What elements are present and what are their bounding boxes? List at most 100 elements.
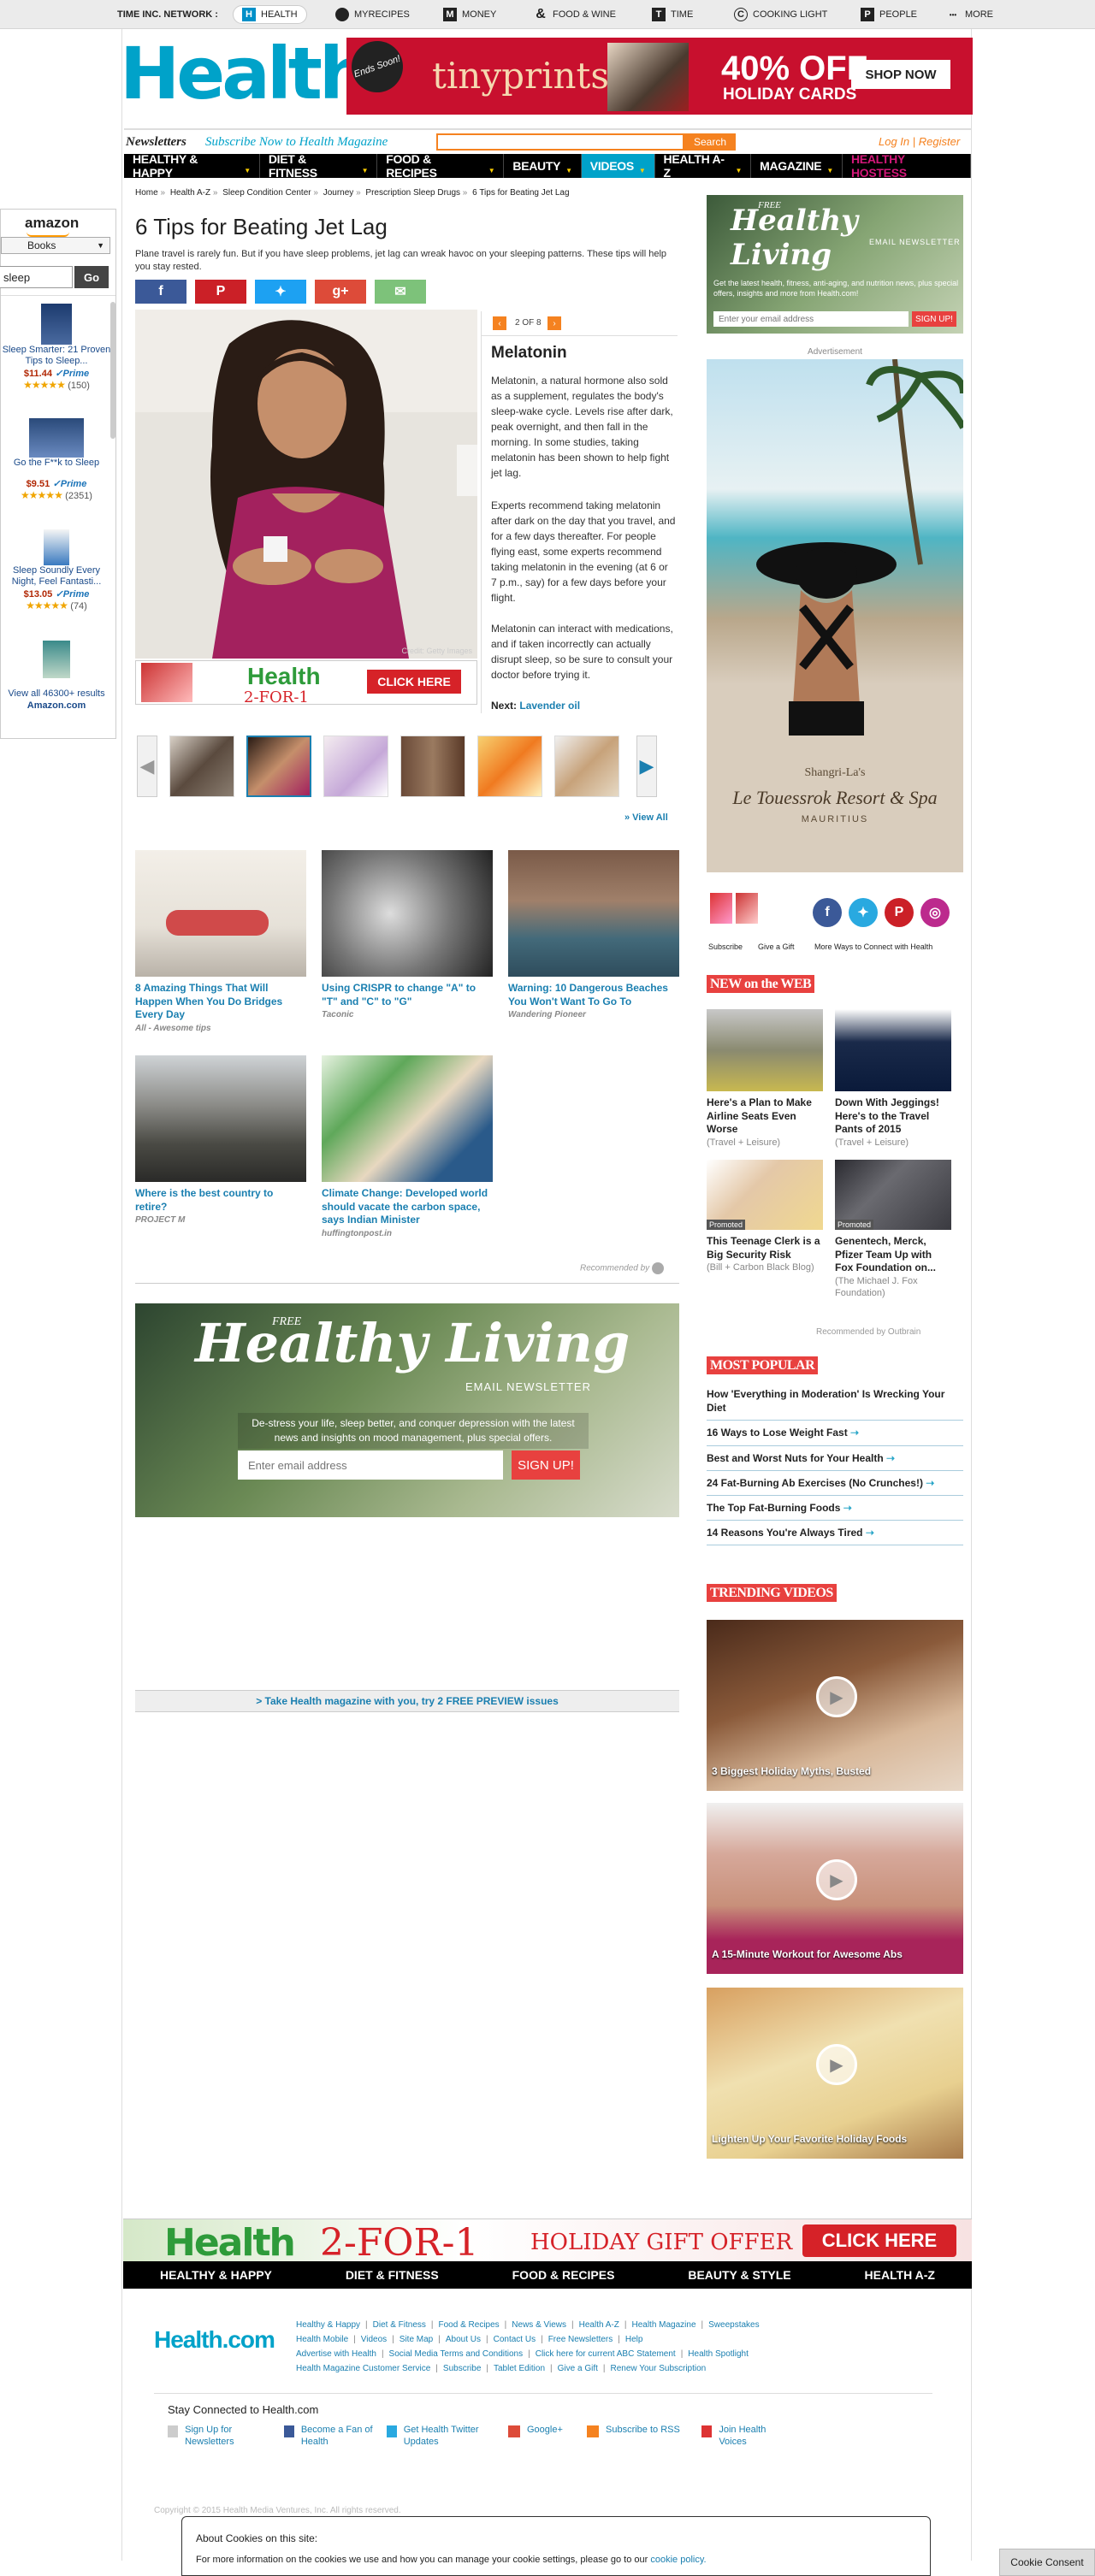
outbrain-card[interactable]: Promoted This Teenage Clerk is a Big Sec… (707, 1160, 823, 1273)
next-slide-button[interactable]: › (548, 316, 561, 330)
video-card[interactable]: ▶ Lighten Up Your Favorite Holiday Foods (707, 1988, 963, 2159)
thumbnail[interactable] (554, 736, 619, 797)
nav-diet-fitness[interactable]: DIET & FITNESS ▼ (260, 152, 378, 180)
shop-now-button[interactable]: SHOP NOW (851, 60, 950, 89)
outbrain-card[interactable]: Down With Jeggings! Here's to the Travel… (835, 1009, 951, 1149)
subscribe-link[interactable]: Subscribe Now to Health Magazine (205, 135, 388, 150)
nav-food-recipes[interactable]: FOOD & RECIPES ▼ (377, 152, 505, 180)
nav-health-az[interactable]: HEALTH A-Z ▼ (655, 152, 752, 180)
thumbnail[interactable] (400, 736, 465, 797)
twitter-icon[interactable]: ✦ (849, 898, 878, 927)
tinyprints-ad[interactable]: Ends Soon! tinyprints 40% OFF HOLIDAY CA… (344, 33, 973, 115)
recommended-card[interactable]: Where is the best country to retire? PRO… (135, 1055, 306, 1225)
breadcrumb-home[interactable]: Home (135, 188, 158, 198)
breadcrumb-journey[interactable]: Journey (323, 188, 354, 198)
network-link-people[interactable]: P PEOPLE (852, 5, 926, 24)
nav-videos[interactable]: VIDEOS ▼ (581, 154, 655, 178)
breadcrumb-health-az[interactable]: Health A-Z (170, 188, 210, 198)
email-share-button[interactable]: ✉ (375, 280, 426, 304)
popular-item[interactable]: 24 Fat-Burning Ab Exercises (No Crunches… (707, 1471, 963, 1496)
thumbnail-active[interactable] (246, 736, 311, 797)
health-logo[interactable]: Health (120, 38, 370, 109)
network-link-myrecipes[interactable]: MYRECIPES (327, 5, 418, 24)
preview-issues-link[interactable]: > Take Health magazine with you, try 2 F… (135, 1690, 679, 1712)
googleplus-share-button[interactable]: g+ (315, 280, 366, 304)
hl-signup-button[interactable]: SIGN UP! (512, 1450, 580, 1480)
network-link-more[interactable]: ••• MORE (938, 5, 1002, 24)
amazon-link[interactable]: Amazon.com (1, 700, 112, 711)
pinterest-share-button[interactable]: P (195, 280, 246, 304)
nav-healthy-hostess[interactable]: HEALTHY HOSTESS (843, 152, 971, 180)
outbrain-card[interactable]: Promoted Genentech, Merck, Pfizer Team U… (835, 1160, 951, 1299)
hl-small-email-input[interactable] (713, 311, 909, 327)
facebook-icon[interactable]: f (813, 898, 842, 927)
search-input[interactable] (436, 133, 684, 151)
view-all-link[interactable]: » View All (624, 812, 668, 823)
magazine-gift-cover[interactable] (736, 893, 758, 924)
give-gift-link[interactable]: Give a Gift (758, 942, 795, 951)
popular-item[interactable]: 14 Reasons You're Always Tired ➝ (707, 1521, 963, 1546)
recommended-card[interactable]: 8 Amazing Things That Will Happen When Y… (135, 850, 306, 1033)
footer-logo[interactable]: Health.com (154, 2326, 275, 2354)
thumbs-next-button[interactable]: ▶ (636, 736, 657, 797)
amazon-search-input[interactable]: sleep (0, 266, 73, 288)
outbrain-credit[interactable]: Recommended by Outbrain (816, 1327, 920, 1337)
amazon-product-thumb[interactable] (1, 641, 112, 678)
network-link-food-wine[interactable]: & FOOD & WINE (525, 5, 624, 24)
recommended-card[interactable]: Climate Change: Developed world should v… (322, 1055, 493, 1238)
prev-slide-button[interactable]: ‹ (493, 316, 506, 330)
network-link-money[interactable]: M MONEY (435, 5, 505, 24)
cookie-consent-button[interactable]: Cookie Consent (999, 2549, 1095, 2576)
video-card[interactable]: ▶ 3 Biggest Holiday Myths, Busted (707, 1620, 963, 1791)
amazon-product[interactable]: Sleep Smarter: 21 Proven Tips to Sleep..… (1, 304, 112, 391)
footer-connect-facebook[interactable]: Become a Fan of Health (284, 2424, 387, 2449)
nav-healthy-happy[interactable]: HEALTHY & HAPPY ▼ (124, 152, 260, 180)
more-ways-link[interactable]: More Ways to Connect with Health (814, 942, 932, 951)
next-slide-link[interactable]: Lavender oil (519, 700, 580, 712)
thumbs-prev-button[interactable]: ◀ (137, 736, 157, 797)
network-link-cooking-light[interactable]: C COOKING LIGHT (725, 5, 836, 24)
footer-nav-item[interactable]: BEAUTY & STYLE (688, 2268, 790, 2282)
health-2for1-small-ad[interactable]: Health 2-FOR-1 CLICK HERE (135, 660, 477, 705)
cookie-policy-link[interactable]: cookie policy. (650, 2555, 706, 2565)
subscribe-link[interactable]: Subscribe (708, 942, 743, 951)
thumbnail[interactable] (323, 736, 388, 797)
amazon-view-all-link[interactable]: View all 46300+ results (1, 688, 112, 699)
popular-item[interactable]: 16 Ways to Lose Weight Fast ➝ (707, 1421, 963, 1446)
resort-ad[interactable]: Shangri-La's Le Touessrok Resort & Spa M… (707, 359, 963, 872)
hl-email-input[interactable] (238, 1450, 503, 1480)
amazon-product[interactable]: Sleep Soundly Every Night, Feel Fantasti… (1, 529, 112, 612)
footer-connect-newsletters[interactable]: Sign Up for Newsletters (168, 2424, 270, 2449)
slide-next-arrow[interactable] (457, 445, 477, 496)
magazine-subscribe-cover[interactable] (710, 893, 732, 924)
breadcrumb-drugs[interactable]: Prescription Sleep Drugs (365, 188, 460, 198)
popular-item[interactable]: How 'Everything in Moderation' Is Wrecki… (707, 1382, 963, 1421)
recommended-card[interactable]: Using CRISPR to change "A" to "T" and "C… (322, 850, 493, 1019)
network-link-health[interactable]: H HEALTH (233, 5, 307, 24)
network-link-time[interactable]: T TIME (643, 5, 701, 24)
amazon-category-select[interactable]: Books ▼ (1, 237, 110, 254)
footer-connect-rss[interactable]: Subscribe to RSS (587, 2424, 698, 2437)
thumbnail[interactable] (477, 736, 542, 797)
nav-magazine[interactable]: MAGAZINE ▼ (751, 154, 843, 178)
breadcrumb-sleep[interactable]: Sleep Condition Center (222, 188, 311, 198)
footer-nav-item[interactable]: FOOD & RECIPES (512, 2268, 615, 2282)
banner-click-here-button[interactable]: CLICK HERE (802, 2224, 956, 2257)
popular-item[interactable]: Best and Worst Nuts for Your Health ➝ (707, 1446, 963, 1471)
health-2for1-banner[interactable]: Health 2-FOR-1 HOLIDAY GIFT OFFER CLICK … (123, 2219, 972, 2265)
instagram-icon[interactable]: ◎ (920, 898, 950, 927)
amazon-product[interactable]: Go the F**k to Sleep $9.51 ✓Prime ★★★★★ … (1, 418, 112, 501)
hl-small-signup-button[interactable]: SIGN UP! (912, 311, 956, 327)
footer-connect-voices[interactable]: Join Health Voices (701, 2424, 787, 2449)
footer-nav-item[interactable]: DIET & FITNESS (346, 2268, 439, 2282)
newsletters-link[interactable]: Newsletters (126, 135, 186, 150)
footer-connect-googleplus[interactable]: Google+ (508, 2424, 585, 2437)
amazon-go-button[interactable]: Go (74, 266, 109, 288)
popular-item[interactable]: The Top Fat-Burning Foods ➝ (707, 1496, 963, 1521)
footer-connect-twitter[interactable]: Get Health Twitter Updates (387, 2424, 498, 2449)
footer-nav-item[interactable]: HEALTH A-Z (865, 2268, 935, 2282)
login-register-link[interactable]: Log In | Register (879, 135, 960, 148)
recommended-card[interactable]: Warning: 10 Dangerous Beaches You Won't … (508, 850, 679, 1019)
nav-beauty[interactable]: BEAUTY ▼ (504, 154, 582, 178)
search-button[interactable]: Search (684, 133, 736, 151)
